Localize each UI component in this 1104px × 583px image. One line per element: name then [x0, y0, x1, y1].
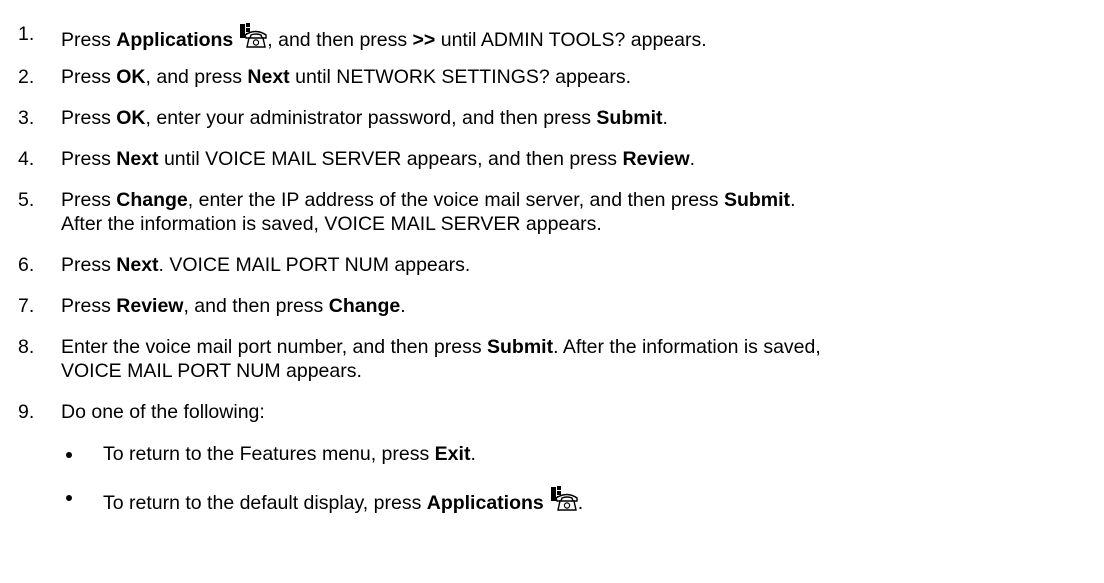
- step-continuation: After the information is saved, VOICE MA…: [61, 213, 602, 235]
- exit-key-label: Exit: [434, 443, 471, 465]
- phone-applications-icon: [237, 22, 267, 54]
- step-number: 2.: [18, 66, 35, 88]
- step-number: 7.: [18, 295, 35, 317]
- applications-key-label: Applications: [426, 492, 544, 514]
- submit-key-label: Submit: [723, 189, 791, 211]
- next-key-label: Next: [116, 254, 159, 276]
- step-number: 6.: [18, 254, 35, 276]
- next-key-label: Next: [247, 66, 290, 88]
- bullet-dot-icon: [66, 495, 72, 501]
- step-number: 5.: [18, 189, 35, 211]
- step-number: 4.: [18, 148, 35, 170]
- next-key-label: Next: [116, 148, 159, 170]
- submit-key-label: Submit: [486, 336, 554, 358]
- step-number: 9.: [18, 401, 35, 423]
- ok-key-label: OK: [116, 66, 146, 88]
- applications-key-label: Applications: [116, 29, 234, 51]
- submit-key-label: Submit: [596, 107, 663, 129]
- step-continuation: VOICE MAIL PORT NUM appears.: [61, 360, 362, 382]
- bullet-dot-icon: [66, 452, 72, 458]
- ok-key-label: OK: [116, 107, 146, 129]
- instruction-page: 1. Press Applications, and then press >>…: [0, 0, 1104, 583]
- phone-applications-icon: [548, 485, 578, 517]
- change-key-label: Change: [328, 295, 401, 317]
- step-number: 1.: [18, 23, 35, 45]
- step-number: 8.: [18, 336, 35, 358]
- change-key-label: Change: [116, 189, 188, 211]
- review-key-label: Review: [622, 148, 690, 170]
- step-number: 3.: [18, 107, 35, 129]
- review-key-label: Review: [116, 295, 184, 317]
- next-arrow-key-label: >>: [412, 29, 436, 51]
